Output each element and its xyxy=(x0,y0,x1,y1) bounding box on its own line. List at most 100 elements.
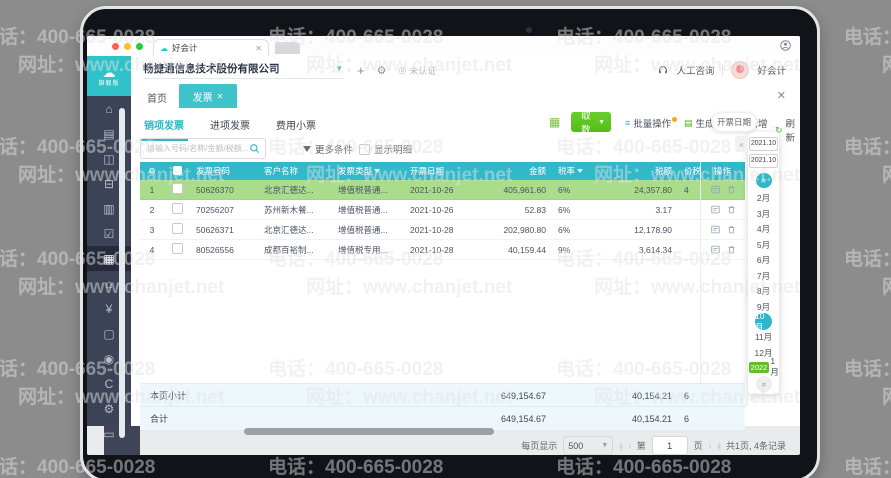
more-filters-button[interactable]: 更多条件 ▼ xyxy=(303,142,364,156)
user-avatar[interactable] xyxy=(731,61,750,79)
nav-tab-close-icon[interactable]: ✕ xyxy=(217,92,224,101)
app-logo[interactable]: ☁ 旗舰版 xyxy=(87,56,131,96)
cell-tax: 3.17 xyxy=(655,204,672,215)
add-company-icon[interactable]: + xyxy=(357,63,365,78)
table-row[interactable]: 4 80526556 成都百裕制... 增值税专用... 2021-10-28 40,15… xyxy=(140,240,745,260)
company-selector[interactable]: 畅捷通信息技术股份有限公司 ▼ xyxy=(143,61,343,79)
fetch-data-button[interactable]: 取数 ▼ xyxy=(571,111,611,136)
date-to-input[interactable] xyxy=(749,153,778,168)
chevron-down-icon: ▼ xyxy=(598,118,605,126)
column-settings-gear-icon[interactable]: ⚙ xyxy=(140,166,164,177)
month-item-5月[interactable]: 5月 xyxy=(754,237,774,253)
preview-invoice-icon[interactable] xyxy=(710,245,720,254)
header-rate[interactable]: 税率 xyxy=(554,165,600,177)
month-item-11月[interactable]: 11月 xyxy=(754,329,774,345)
nav-tab-invoice[interactable]: 发票 ✕ xyxy=(179,84,237,108)
search-icon[interactable] xyxy=(249,143,260,154)
table-row[interactable]: 2 70256207 苏州新木餐... 增值税普通... 2021-10-26 52.83… xyxy=(140,200,745,220)
invoice-date-pill[interactable]: 开票日期 xyxy=(711,112,757,132)
sidebar-scrollbar[interactable] xyxy=(119,108,125,438)
batch-actions-button[interactable]: ≡ 批量操作 xyxy=(625,116,678,130)
browser-profile-icon[interactable] xyxy=(780,40,791,51)
subtab-销项发票[interactable]: 销项发票 xyxy=(140,112,188,141)
show-detail-toggle[interactable]: 显示明细 xyxy=(359,142,412,156)
per-page-label: 每页显示 xyxy=(521,441,558,451)
row-checkbox[interactable] xyxy=(164,223,190,236)
settings-gear-icon[interactable]: ⚙ xyxy=(377,64,387,77)
month-item-8月[interactable]: 8月 xyxy=(754,283,774,299)
zoom-window-button[interactable] xyxy=(136,43,143,50)
select-all-checkbox[interactable] xyxy=(164,165,190,177)
more-filters-label: 更多条件 xyxy=(315,145,354,156)
first-page-button[interactable]: |‹ xyxy=(619,441,623,451)
filter-funnel-icon[interactable] xyxy=(374,169,381,173)
preview-invoice-icon[interactable] xyxy=(710,225,720,234)
page-close-icon[interactable]: ✕ xyxy=(777,89,786,102)
unverified-badge[interactable]: ◎ 未认证 xyxy=(398,64,436,77)
preview-invoice-icon[interactable] xyxy=(710,185,720,194)
table-header-row: ⚙ 发票号码客户名称发票类型开票日期金额税率税额价税合计 操作 xyxy=(140,162,745,180)
month-item-6月[interactable]: 6月 xyxy=(754,252,774,268)
voucher-doc-icon: ▤ xyxy=(684,117,693,128)
subtab-进项发票[interactable]: 进项发票 xyxy=(206,112,254,141)
subtotal-tax: 40,154.21 xyxy=(631,390,672,401)
per-page-select[interactable]: 500 ▼ xyxy=(563,436,614,455)
header-code[interactable]: 发票号码 xyxy=(190,165,260,177)
header-amount[interactable]: 金额 xyxy=(470,165,554,177)
header-customer[interactable]: 客户名称 xyxy=(260,165,334,177)
next-year-row[interactable]: 2022 1月 xyxy=(748,356,778,377)
month-item-10月[interactable]: 10月 xyxy=(755,311,772,332)
header-type[interactable]: 发票类型 xyxy=(334,165,408,177)
subtab-费用小票[interactable]: 费用小票 xyxy=(272,112,320,141)
month-item-2月[interactable]: 2月 xyxy=(754,190,774,206)
cell-rate: 6% xyxy=(558,224,571,235)
horizontal-scrollbar[interactable] xyxy=(244,428,494,435)
header-tax[interactable]: 税额 xyxy=(600,165,680,177)
next-page-button[interactable]: › xyxy=(709,441,712,451)
cell-amount: 405,961.60 xyxy=(503,184,546,195)
panel-collapse-handle[interactable]: « xyxy=(735,136,748,152)
invoice-date-panel: « 2月3月4月5月6月7月8月9月10月11月12月 2022 1月 « xyxy=(748,132,779,394)
month-item-4月[interactable]: 4月 xyxy=(754,221,774,237)
total-label: 合计 xyxy=(150,414,169,424)
preview-invoice-icon[interactable] xyxy=(710,205,720,214)
product-name: 好会计 xyxy=(757,66,786,77)
show-detail-checkbox[interactable] xyxy=(359,143,370,155)
header-date[interactable]: 开票日期 xyxy=(408,165,470,177)
last-page-button[interactable]: ›| xyxy=(717,441,721,451)
delete-invoice-icon[interactable] xyxy=(727,245,736,254)
month-item-3月[interactable]: 3月 xyxy=(754,206,774,222)
cell-date: 2021-10-26 xyxy=(410,204,454,215)
invoice-subtabs: 销项发票 进项发票 费用小票 xyxy=(140,112,320,141)
page-nav: 首页 发票 ✕ ✕ xyxy=(131,84,800,108)
scroll-months-down-button[interactable]: « xyxy=(755,376,772,392)
prev-page-button[interactable]: ‹ xyxy=(629,441,632,451)
date-from-input[interactable] xyxy=(749,137,778,151)
delete-invoice-icon[interactable] xyxy=(727,225,736,234)
delete-invoice-icon[interactable] xyxy=(727,185,736,194)
scroll-months-up-button[interactable]: « xyxy=(755,172,772,189)
minimize-window-button[interactable] xyxy=(124,43,131,50)
month-item-7月[interactable]: 7月 xyxy=(754,268,774,284)
tab-close-icon[interactable]: ✕ xyxy=(255,44,262,53)
row-checkbox[interactable] xyxy=(164,203,190,216)
support-link[interactable]: 人工咨询 xyxy=(676,63,714,77)
new-tab-button[interactable] xyxy=(275,42,300,54)
row-checkbox[interactable] xyxy=(164,243,190,256)
header-total[interactable]: 价税合计 xyxy=(680,165,700,177)
browser-tab[interactable]: ☁ 好会计 ✕ xyxy=(153,39,269,56)
cell-customer: 北京汇德达... xyxy=(264,184,314,195)
cell-type: 增值税普通... xyxy=(338,184,388,195)
table-row[interactable]: 3 50626371 北京汇德达... 增值税普通... 2021-10-28 202,9… xyxy=(140,220,745,240)
batch-icon: ≡ xyxy=(625,118,631,128)
page-number-input[interactable] xyxy=(651,436,688,455)
filter-funnel-icon[interactable] xyxy=(577,169,584,173)
delete-invoice-icon[interactable] xyxy=(727,205,736,214)
cell-type: 增值税专用... xyxy=(338,244,388,255)
nav-tab-home[interactable]: 首页 xyxy=(147,90,167,105)
close-window-button[interactable] xyxy=(112,43,119,50)
row-checkbox[interactable] xyxy=(164,183,190,196)
table-row[interactable]: 1 50626370 北京汇德达... 增值税普通... 2021-10-26 405,9… xyxy=(140,180,745,200)
search-input[interactable] xyxy=(141,144,249,153)
scan-grid-icon[interactable]: ▦ xyxy=(549,115,560,129)
